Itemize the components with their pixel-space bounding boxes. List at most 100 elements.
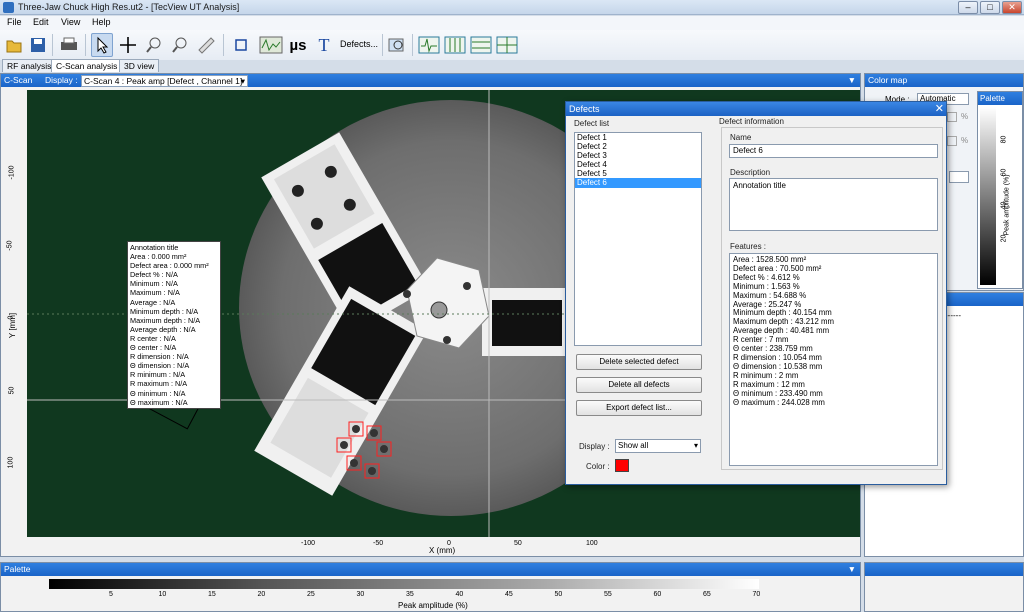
display-filter-select[interactable]: Show all ▾ xyxy=(615,439,701,453)
menu-view[interactable]: View xyxy=(61,17,80,27)
features-label: Features : xyxy=(730,242,767,251)
palette-subpanel: Palette 80 60 40 20 Peak amplitude (%) xyxy=(977,91,1023,289)
pan-icon[interactable] xyxy=(117,33,139,57)
palette-tick: 65 xyxy=(703,591,711,598)
defect-list-item[interactable]: Defect 5 xyxy=(575,169,701,178)
app-icon xyxy=(3,2,14,13)
cscan-display-select[interactable]: C-Scan 4 : Peak amp [Defect , Channel 1]… xyxy=(81,75,248,87)
delete-selected-button[interactable]: Delete selected defect xyxy=(576,354,702,370)
palette-gradient-bar xyxy=(49,579,759,589)
pointer-icon[interactable] xyxy=(91,33,113,57)
palette-tick: 30 xyxy=(356,591,365,598)
d-scan-icon[interactable] xyxy=(469,33,493,57)
maximize-button[interactable]: □ xyxy=(980,1,1000,14)
annotation-line: Average : N/A xyxy=(130,297,176,307)
defect-list-item[interactable]: Defect 3 xyxy=(575,151,701,160)
palette-tick: 15 xyxy=(208,591,216,598)
defect-list-item[interactable]: Defect 6 xyxy=(575,178,701,188)
palette-tick: 5 xyxy=(109,591,113,598)
export-list-button[interactable]: Export defect list... xyxy=(576,400,702,416)
x-axis-label: X (mm) xyxy=(429,546,456,555)
toolbar-separator xyxy=(85,34,86,56)
print-icon[interactable] xyxy=(58,33,80,57)
chevron-down-icon: ▾ xyxy=(240,76,245,86)
apply-button[interactable] xyxy=(949,246,967,260)
signal-view-icon[interactable] xyxy=(258,33,284,57)
defect-list[interactable]: Defect 1 Defect 2 Defect 3 Defect 4 Defect 5… xyxy=(574,132,702,346)
panel-menu-icon[interactable]: ▼ xyxy=(848,74,856,87)
annotation-line: R center : N/A xyxy=(130,333,176,343)
ruler-icon[interactable] xyxy=(195,33,217,57)
cscan-display-value: C-Scan 4 : Peak amp [Defect , Channel 1] xyxy=(84,76,243,86)
colormap-tick: 20 xyxy=(1000,234,1008,243)
save-icon[interactable] xyxy=(27,33,49,57)
defect-list-item[interactable]: Defect 1 xyxy=(575,133,701,142)
open-folder-icon[interactable] xyxy=(3,33,25,57)
minimize-button[interactable]: – xyxy=(958,1,978,14)
tab-cscan-analysis[interactable]: C-Scan analysis xyxy=(51,59,123,72)
palette-tick: 50 xyxy=(554,591,563,598)
zoom-in-icon[interactable] xyxy=(143,33,165,57)
toolbar-separator xyxy=(223,34,224,56)
annotation-line: Defect % : N/A xyxy=(130,270,178,280)
y-axis-label: Y [mm] xyxy=(8,312,18,339)
b-scan-icon[interactable] xyxy=(443,33,467,57)
description-textarea[interactable]: Annotation title xyxy=(729,178,938,231)
panel-menu-icon[interactable]: ▼ xyxy=(848,563,856,576)
description-label: Description xyxy=(730,168,771,177)
cscan-header: C-Scan Display : C-Scan 4 : Peak amp [De… xyxy=(1,74,860,87)
annotation-line: Θ maximum : N/A xyxy=(130,397,188,407)
annotation-box[interactable]: Annotation title Area : 0.000 mm² Defect a… xyxy=(127,241,221,409)
annotation-line: R dimension : N/A xyxy=(130,352,189,362)
window-title: Three-Jaw Chuck High Res.ut2 - [TecView … xyxy=(18,2,240,12)
display-label: Display : xyxy=(45,75,78,85)
text-tool-button[interactable]: T xyxy=(313,33,335,57)
percent-label: % xyxy=(961,136,969,145)
annotation-line: Average depth : N/A xyxy=(130,324,196,334)
menu-edit[interactable]: Edit xyxy=(33,17,49,27)
palette-tick: 25 xyxy=(307,591,315,598)
defect-info-label: Defect information xyxy=(719,117,784,126)
palette-select[interactable] xyxy=(949,171,969,183)
microseconds-button[interactable]: µs xyxy=(287,33,309,57)
defect-list-item[interactable]: Defect 2 xyxy=(575,142,701,151)
properties-dash: ------ xyxy=(945,311,961,320)
name-label: Name xyxy=(730,133,752,142)
delete-all-button[interactable]: Delete all defects xyxy=(576,377,702,393)
menu-bar: File Edit View Help xyxy=(0,16,1024,30)
tab-rf-analysis[interactable]: RF analysis xyxy=(2,59,57,72)
annotation-line: Minimum depth : N/A xyxy=(130,306,199,316)
close-window-button[interactable]: ✕ xyxy=(1002,1,1022,14)
annotation-line: Maximum depth : N/A xyxy=(130,315,201,325)
menu-file[interactable]: File xyxy=(7,17,22,27)
palette-tick: 45 xyxy=(505,591,513,598)
a-scan-icon[interactable] xyxy=(417,33,441,57)
spin-down[interactable] xyxy=(947,136,957,146)
display-filter-value: Show all xyxy=(618,441,649,450)
palette-subheader: Palette xyxy=(978,92,1022,105)
defect-list-item[interactable]: Defect 4 xyxy=(575,160,701,169)
spin-up[interactable] xyxy=(947,112,957,122)
fit-view-icon[interactable] xyxy=(230,33,252,57)
defect-name-input[interactable]: Defect 6 xyxy=(729,144,938,158)
y-tick: 50 xyxy=(8,386,16,395)
palette-title: Palette xyxy=(4,564,31,574)
palette-header: Palette ▼ xyxy=(1,563,860,576)
defects-button[interactable]: Defects... xyxy=(340,39,378,49)
y-tick: -50 xyxy=(6,240,14,251)
close-icon[interactable]: ✕ xyxy=(935,102,944,116)
tab-3d-view[interactable]: 3D view xyxy=(119,59,160,72)
zoom-out-icon[interactable] xyxy=(169,33,191,57)
magnify-view-icon[interactable] xyxy=(386,33,408,57)
colormap-header: Color map xyxy=(865,74,1023,87)
right-bottom-panel xyxy=(864,562,1024,612)
defects-dialog: Defects ✕ Defect list Defect 1 Defect 2 De… xyxy=(565,101,947,485)
title-bar: Three-Jaw Chuck High Res.ut2 - [TecView … xyxy=(0,0,1024,15)
palette-tick: 10 xyxy=(158,591,167,598)
palette-tick: 20 xyxy=(257,591,266,598)
grid-view-icon[interactable] xyxy=(495,33,519,57)
palette-vertical-bar xyxy=(980,107,996,285)
menu-help[interactable]: Help xyxy=(92,17,111,27)
y-tick: 100 xyxy=(7,456,15,469)
defect-color-swatch[interactable] xyxy=(615,459,629,472)
